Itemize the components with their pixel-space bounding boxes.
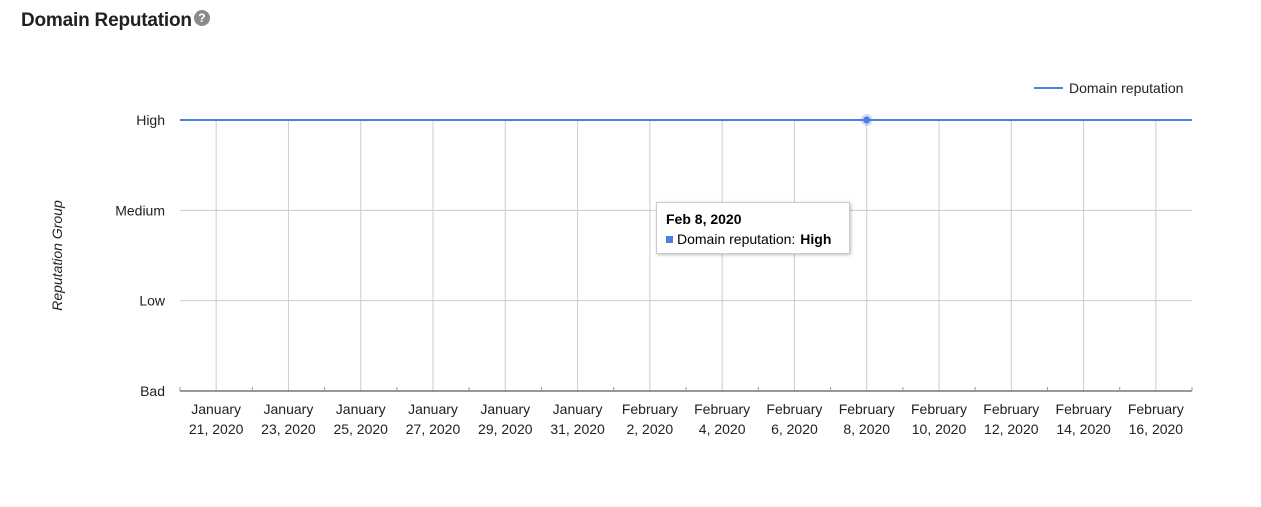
- y-axis-title: Reputation Group: [49, 200, 65, 311]
- x-tick-label: 8, 2020: [843, 421, 890, 437]
- tooltip-series-label: Domain reputation:: [677, 231, 796, 247]
- x-tick-label: 29, 2020: [478, 421, 533, 437]
- x-tick-label: February: [622, 401, 678, 417]
- x-tick-label: February: [911, 401, 967, 417]
- x-tick-label: January: [191, 401, 241, 417]
- x-tick-label: 27, 2020: [406, 421, 461, 437]
- tooltip-date: Feb 8, 2020: [666, 211, 742, 227]
- y-tick-label: Bad: [140, 383, 165, 399]
- tooltip-row: Domain reputation: High: [666, 231, 840, 247]
- chart: Bad Low Medium High January 21, 2020 January 23…: [49, 80, 1193, 437]
- x-tick-label: February: [1056, 401, 1112, 417]
- x-tick-label: 12, 2020: [984, 421, 1039, 437]
- x-tick-label: February: [839, 401, 895, 417]
- y-tick-label: High: [136, 112, 165, 128]
- x-tick-label: January: [480, 401, 530, 417]
- x-tick-label: February: [983, 401, 1039, 417]
- x-tick-label: 21, 2020: [189, 421, 244, 437]
- y-tick-label: Low: [139, 293, 166, 309]
- x-tick-label: 16, 2020: [1129, 421, 1184, 437]
- x-tick-label: 23, 2020: [261, 421, 316, 437]
- y-tick-label: Medium: [115, 202, 165, 218]
- x-tick-label: January: [336, 401, 386, 417]
- x-tick-label: January: [553, 401, 603, 417]
- x-tick-label: 4, 2020: [699, 421, 746, 437]
- legend-label: Domain reputation: [1069, 80, 1183, 96]
- x-tick-label: January: [264, 401, 314, 417]
- x-tick-label: 2, 2020: [626, 421, 673, 437]
- x-tick-label: 25, 2020: [333, 421, 388, 437]
- highlight-point: [863, 116, 871, 124]
- x-tick-label: 31, 2020: [550, 421, 605, 437]
- x-tick-label: 10, 2020: [912, 421, 967, 437]
- x-tick-label: January: [408, 401, 458, 417]
- x-tick-label: February: [1128, 401, 1184, 417]
- tooltip-series-swatch: [666, 235, 673, 243]
- tooltip-value: High: [800, 231, 832, 247]
- x-tick-label: 14, 2020: [1056, 421, 1111, 437]
- x-tick-label: 6, 2020: [771, 421, 818, 437]
- chart-tooltip: Feb 8, 2020 Domain reputation: High: [656, 202, 850, 254]
- x-tick-label: February: [694, 401, 750, 417]
- x-tick-label: February: [766, 401, 822, 417]
